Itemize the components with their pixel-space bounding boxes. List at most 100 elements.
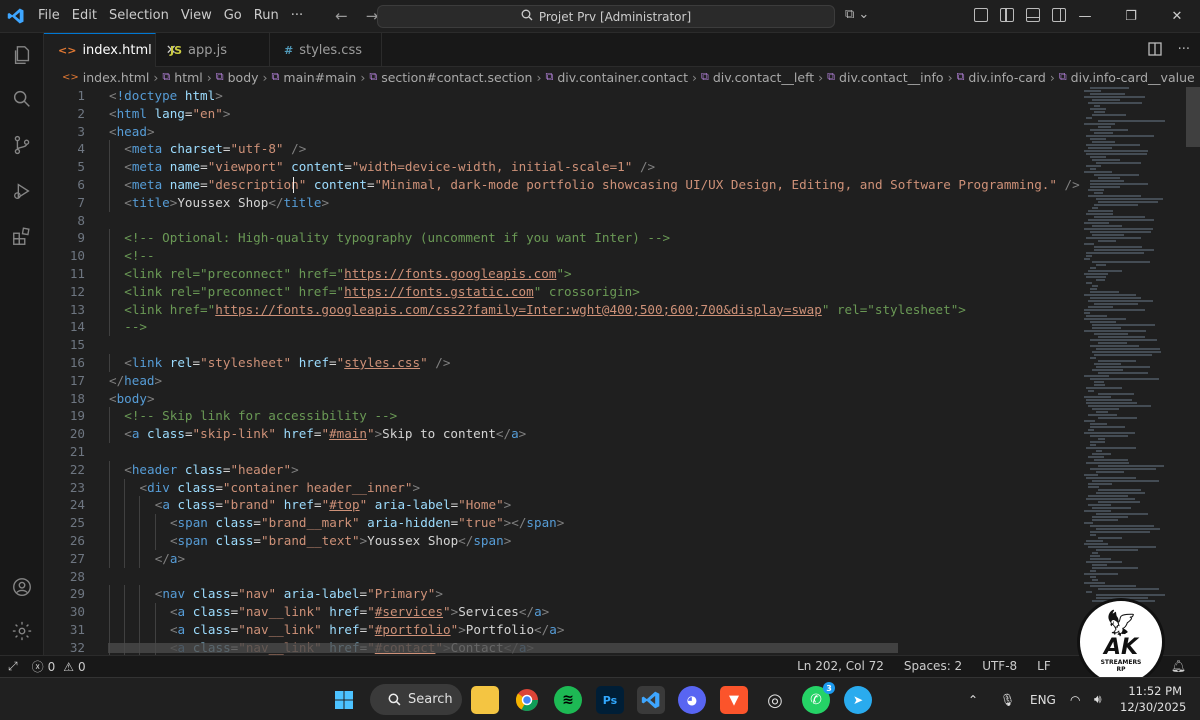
code-editor[interactable]: 1 <!doctype html> 2 <html lang="en"> 3 <head>… (44, 87, 1080, 655)
clock[interactable]: 11:52 PM 12/30/2025 (1120, 683, 1186, 715)
breadcrumb-item[interactable]: <> index.html (62, 70, 149, 85)
breadcrumb-item[interactable]: ⧉ div.contact__left (701, 70, 814, 85)
search-icon[interactable] (0, 79, 44, 119)
obs-icon[interactable]: ◎ (761, 686, 789, 714)
menu-view[interactable]: View (175, 4, 218, 28)
breadcrumb-item[interactable]: ⧉ div.info-card__value (1059, 70, 1195, 85)
notifications-bell-icon[interactable]: 🔔︎ (1171, 659, 1186, 673)
cursor-position[interactable]: Ln 202, Col 72 (797, 659, 884, 673)
code-line[interactable]: 27 </a> (44, 549, 1080, 568)
code-line[interactable]: 29 <nav class="nav" aria-label="Primary"> (44, 585, 1080, 604)
code-line[interactable]: 17 </head> (44, 372, 1080, 390)
close-icon[interactable]: ✕ (1154, 0, 1200, 33)
problems-indicator[interactable]: ⓧ 0 ⚠ 0 (32, 658, 86, 675)
breadcrumb-item[interactable]: ⧉ main#main (272, 70, 357, 85)
code-token: <link rel="preconnect" href=" (124, 283, 345, 299)
menu-go[interactable]: Go (218, 4, 248, 28)
code-line[interactable]: 5 <meta name="viewport" content="width=de… (44, 158, 1080, 177)
minimap[interactable] (1080, 87, 1186, 655)
language-indicator[interactable]: ENG (1030, 678, 1056, 720)
taskbar-search[interactable]: Search (370, 684, 462, 715)
breadcrumb-item[interactable]: ⧉ div.container.contact (545, 70, 688, 85)
file-explorer-icon[interactable] (471, 686, 499, 714)
minimize-icon[interactable]: — (1062, 0, 1108, 33)
code-line[interactable]: 15 (44, 336, 1080, 354)
menu-run[interactable]: Run (248, 4, 285, 28)
code-token: div (147, 479, 170, 495)
volume-icon[interactable]: 🔊︎ (1094, 678, 1102, 720)
encoding[interactable]: UTF-8 (982, 659, 1017, 673)
code-line[interactable]: 6 <meta name="description" content="Minim… (44, 176, 1080, 194)
breadcrumb-item[interactable]: ⧉ div.contact__info (827, 70, 943, 85)
customize-layout-icon[interactable] (974, 8, 988, 22)
menu-more[interactable]: ··· (285, 4, 309, 28)
more-actions-icon[interactable]: ··· (1178, 42, 1190, 60)
code-line[interactable]: 2 <html lang="en"> (44, 105, 1080, 123)
account-icon[interactable] (0, 567, 44, 607)
breadcrumb-item[interactable]: ⧉ html (162, 70, 202, 85)
extensions-icon[interactable] (0, 216, 44, 256)
tab-app-js[interactable]: JS app.js (156, 33, 270, 67)
vertical-scrollbar[interactable] (1186, 87, 1200, 147)
code-line[interactable]: 13 <link href="https://fonts.googleapis.c… (44, 300, 1080, 319)
back-arrow-icon[interactable]: ← (335, 7, 348, 25)
command-center[interactable]: Projet Prv [Administrator] (377, 5, 835, 28)
line-ending[interactable]: LF (1037, 659, 1051, 673)
code-line[interactable]: 3 <head> (44, 123, 1080, 141)
code-line[interactable]: 31 <a class="nav__link" href="#portfolio"… (44, 621, 1080, 639)
horizontal-scrollbar[interactable] (108, 643, 898, 653)
photoshop-icon[interactable]: Ps (596, 686, 624, 714)
breadcrumb-item[interactable]: ⧉ body (216, 70, 259, 85)
code-line[interactable]: 23 <div class="container header__inner"> (44, 478, 1080, 497)
code-line[interactable]: 21 (44, 443, 1080, 461)
code-line[interactable]: 8 (44, 212, 1080, 230)
copilot-icon[interactable]: ⧉ ⌄ (845, 7, 869, 22)
tab-styles-css[interactable]: # styles.css (270, 33, 382, 67)
telegram-icon[interactable]: ➤ (844, 686, 872, 714)
breadcrumb-item[interactable]: ⧉ section#contact.section (369, 70, 532, 85)
code-line[interactable]: 25 <span class="brand__mark" aria-hidden=… (44, 514, 1080, 533)
code-line[interactable]: 19 <!-- Skip link for accessibility --> (44, 407, 1080, 426)
windows-start-icon[interactable] (330, 686, 358, 714)
source-control-icon[interactable] (0, 125, 44, 165)
code-line[interactable]: 11 <link rel="preconnect" href="https://f… (44, 265, 1080, 283)
code-line[interactable]: 14 --> (44, 318, 1080, 337)
menu-edit[interactable]: Edit (66, 4, 103, 28)
code-line[interactable]: 1 <!doctype html> (44, 87, 1080, 105)
discord-icon[interactable]: ◕ (678, 686, 706, 714)
microphone-icon[interactable]: 🎙︎ (1000, 678, 1015, 720)
run-debug-icon[interactable] (0, 171, 44, 211)
brave-icon[interactable]: ▼ (720, 686, 748, 714)
spotify-icon[interactable]: ≋ (554, 686, 582, 714)
code-line[interactable]: 16 <link rel="stylesheet" href="styles.cs… (44, 354, 1080, 372)
code-line[interactable]: 18 <body> (44, 390, 1080, 408)
code-line[interactable]: 4 <meta charset="utf-8" /> (44, 140, 1080, 159)
gear-icon[interactable] (0, 611, 44, 651)
code-line[interactable]: 20 <a class="skip-link" href="#main">Skip… (44, 425, 1080, 444)
code-line[interactable]: 26 <span class="brand__text">Youssex Shop… (44, 532, 1080, 550)
explorer-icon[interactable] (0, 35, 44, 75)
menu-file[interactable]: File (32, 4, 66, 28)
code-line[interactable]: 12 <link rel="preconnect" href="https://f… (44, 282, 1080, 301)
breadcrumb-item[interactable]: ⧉ div.info-card (957, 70, 1046, 85)
code-line[interactable]: 30 <a class="nav__link" href="#services">… (44, 603, 1080, 622)
toggle-sidebar-icon[interactable] (1000, 8, 1014, 22)
show-hidden-icons[interactable]: ⌃ (968, 678, 978, 720)
wifi-icon[interactable]: ◠ (1070, 678, 1080, 720)
code-line[interactable]: 24 <a class="brand" href="#top" aria-labe… (44, 496, 1080, 515)
tab-index-html[interactable]: <> index.html ✕ (44, 33, 177, 67)
vscode-taskbar-icon[interactable] (637, 686, 665, 714)
code-line[interactable]: 7 <title>Youssex Shop</title> (44, 193, 1080, 212)
remote-icon[interactable]: ⤢ (8, 659, 18, 674)
code-line[interactable]: 22 <header class="header"> (44, 460, 1080, 479)
menu-selection[interactable]: Selection (103, 4, 175, 28)
restore-icon[interactable]: ❐ (1108, 0, 1154, 33)
split-editor-icon[interactable] (1147, 42, 1162, 60)
code-line[interactable]: 10 <!-- (44, 247, 1080, 266)
indentation[interactable]: Spaces: 2 (904, 659, 962, 673)
code-line[interactable]: 28 (44, 568, 1080, 586)
toggle-panel-icon[interactable] (1026, 8, 1040, 22)
chrome-icon[interactable] (513, 686, 541, 714)
whatsapp-icon[interactable]: ✆ 3 (802, 682, 835, 714)
code-line[interactable]: 9 <!-- Optional: High-quality typography … (44, 229, 1080, 248)
